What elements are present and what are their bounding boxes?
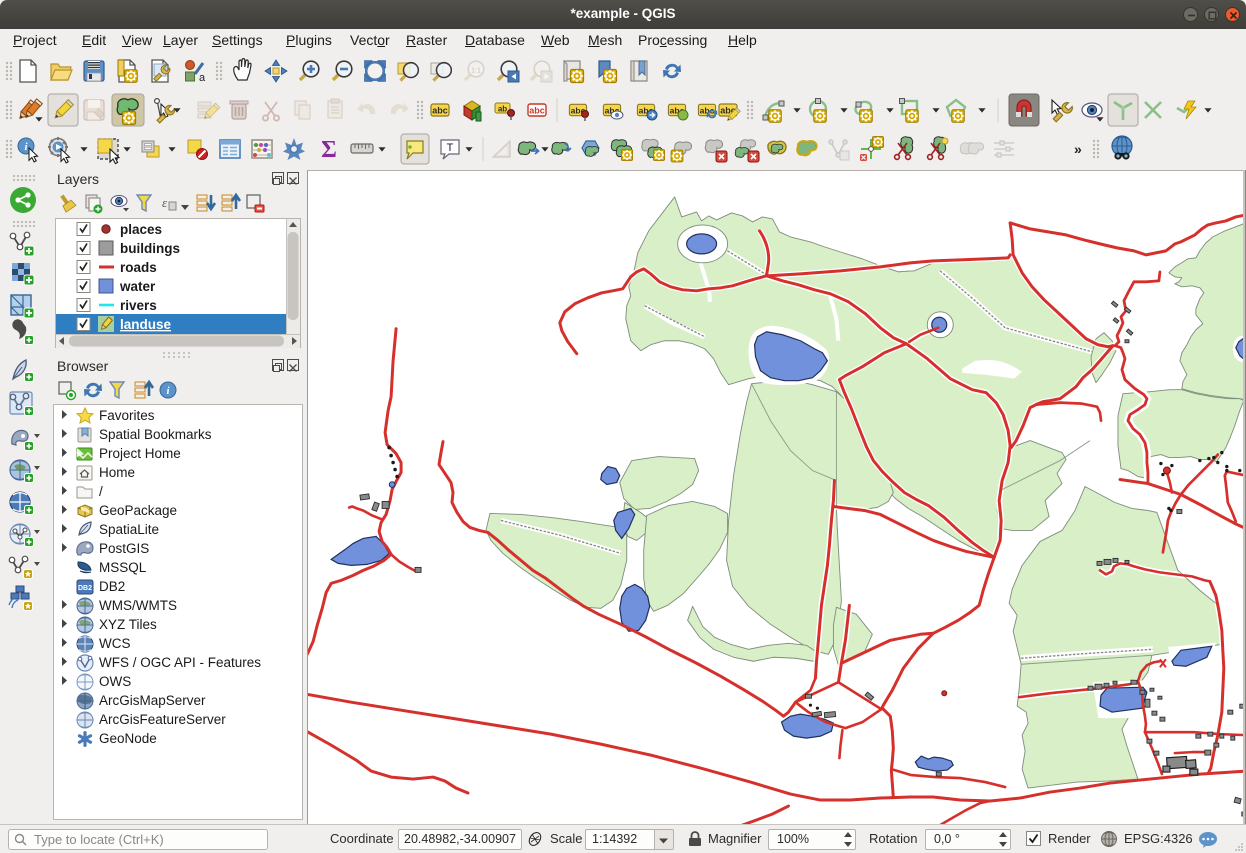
svg-text:buildings: buildings [120, 241, 180, 256]
svg-text:WMS/WMTS: WMS/WMTS [99, 598, 177, 613]
svg-text:WFS / OGC API - Features: WFS / OGC API - Features [99, 655, 261, 670]
svg-text:1:1: 1:1 [471, 68, 481, 75]
svg-text:a: a [199, 72, 206, 84]
svg-text:GeoNode: GeoNode [99, 731, 157, 746]
svg-text:PostGIS: PostGIS [99, 541, 149, 556]
svg-text:SpatiaLite: SpatiaLite [99, 522, 159, 537]
svg-text:abc: abc [529, 106, 545, 116]
svg-text:places: places [120, 222, 162, 237]
svg-text:water: water [119, 279, 156, 294]
svg-text:ab: ab [498, 105, 507, 114]
svg-text:T: T [447, 142, 454, 154]
svg-text:XYZ Tiles: XYZ Tiles [99, 617, 157, 632]
svg-text:MSSQL: MSSQL [99, 560, 147, 575]
svg-text:Favorites: Favorites [99, 408, 155, 423]
svg-text:roads: roads [120, 260, 157, 275]
svg-text:GeoPackage: GeoPackage [99, 503, 177, 518]
svg-text:ArcGisFeatureServer: ArcGisFeatureServer [99, 712, 226, 727]
svg-text:Project Home: Project Home [99, 446, 181, 461]
svg-text:ε: ε [162, 195, 168, 210]
svg-text:ArcGisMapServer: ArcGisMapServer [99, 693, 206, 708]
svg-text:Home: Home [99, 465, 135, 480]
svg-text:WCS: WCS [99, 636, 131, 651]
svg-text:OWS: OWS [99, 674, 131, 689]
svg-text:Spatial Bookmarks: Spatial Bookmarks [99, 427, 212, 442]
svg-text:DB2: DB2 [78, 585, 92, 592]
svg-text:Σ: Σ [321, 137, 337, 163]
svg-text:DB2: DB2 [99, 579, 125, 594]
svg-text:rivers: rivers [120, 298, 157, 313]
svg-text:»: » [1074, 141, 1082, 157]
svg-text:landuse: landuse [120, 317, 172, 332]
svg-text:/: / [99, 484, 103, 499]
